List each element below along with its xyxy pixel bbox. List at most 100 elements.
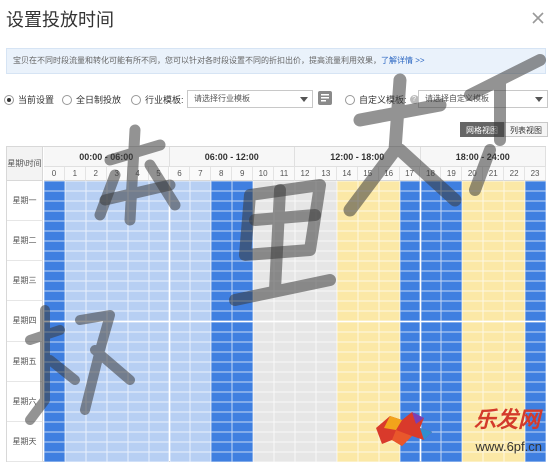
schedule-cell[interactable]	[148, 281, 170, 292]
schedule-cell[interactable]	[232, 291, 254, 302]
schedule-cell[interactable]	[504, 301, 526, 312]
schedule-cell[interactable]	[64, 351, 86, 362]
schedule-cell[interactable]	[44, 241, 65, 252]
schedule-cell[interactable]	[44, 341, 65, 352]
schedule-cell[interactable]	[420, 421, 442, 432]
schedule-cell[interactable]	[525, 451, 546, 462]
schedule-cell[interactable]	[295, 271, 316, 282]
schedule-cell[interactable]	[127, 221, 149, 232]
schedule-cell[interactable]	[127, 361, 149, 372]
schedule-cell[interactable]	[169, 451, 191, 462]
schedule-cell[interactable]	[315, 371, 337, 382]
schedule-cell[interactable]	[441, 241, 463, 252]
schedule-cell[interactable]	[462, 381, 484, 392]
schedule-cell[interactable]	[211, 321, 233, 332]
schedule-cell[interactable]	[420, 451, 442, 462]
schedule-cell[interactable]	[169, 281, 191, 292]
schedule-cell[interactable]	[169, 361, 191, 372]
schedule-cell[interactable]	[462, 401, 484, 412]
schedule-cell[interactable]	[483, 401, 505, 412]
schedule-cell[interactable]	[253, 451, 275, 462]
schedule-cell[interactable]	[274, 231, 295, 242]
hour-header[interactable]: 4	[127, 167, 149, 181]
schedule-cell[interactable]	[315, 351, 337, 362]
schedule-cell[interactable]	[232, 341, 254, 352]
schedule-cell[interactable]	[525, 241, 546, 252]
schedule-cell[interactable]	[85, 191, 107, 202]
schedule-cell[interactable]	[441, 361, 463, 372]
schedule-cell[interactable]	[64, 411, 86, 422]
schedule-cell[interactable]	[399, 311, 421, 322]
schedule-cell[interactable]	[274, 401, 295, 412]
schedule-cell[interactable]	[357, 221, 379, 232]
schedule-cell[interactable]	[44, 281, 65, 292]
schedule-cell[interactable]	[483, 391, 505, 402]
schedule-cell[interactable]	[85, 451, 107, 462]
schedule-cell[interactable]	[420, 321, 442, 332]
schedule-cell[interactable]	[399, 261, 421, 272]
schedule-cell[interactable]	[295, 231, 316, 242]
schedule-cell[interactable]	[44, 391, 65, 402]
schedule-cell[interactable]	[253, 241, 275, 252]
schedule-cell[interactable]	[44, 301, 65, 312]
schedule-cell[interactable]	[64, 321, 86, 332]
hour-header[interactable]: 3	[106, 167, 128, 181]
schedule-cell[interactable]	[211, 311, 233, 322]
hour-header[interactable]: 22	[504, 167, 526, 181]
schedule-cell[interactable]	[525, 441, 546, 452]
hour-header[interactable]: 19	[441, 167, 463, 181]
schedule-cell[interactable]	[127, 301, 149, 312]
schedule-cell[interactable]	[336, 191, 358, 202]
schedule-cell[interactable]	[441, 401, 463, 412]
hour-header[interactable]: 2	[85, 167, 107, 181]
schedule-cell[interactable]	[148, 441, 170, 452]
schedule-cell[interactable]	[483, 421, 505, 432]
schedule-cell[interactable]	[190, 401, 212, 412]
schedule-cell[interactable]	[169, 341, 191, 352]
schedule-cell[interactable]	[44, 201, 65, 212]
schedule-cell[interactable]	[274, 371, 295, 382]
schedule-cell[interactable]	[315, 231, 337, 242]
schedule-cell[interactable]	[274, 291, 295, 302]
schedule-cell[interactable]	[420, 181, 442, 192]
schedule-cell[interactable]	[462, 311, 484, 322]
schedule-cell[interactable]	[525, 431, 546, 442]
schedule-cell[interactable]	[190, 311, 212, 322]
schedule-cell[interactable]	[106, 191, 128, 202]
schedule-cell[interactable]	[462, 181, 484, 192]
schedule-cell[interactable]	[253, 321, 275, 332]
schedule-cell[interactable]	[106, 441, 128, 452]
schedule-cell[interactable]	[357, 231, 379, 242]
schedule-cell[interactable]	[64, 241, 86, 252]
schedule-cell[interactable]	[64, 391, 86, 402]
schedule-cell[interactable]	[44, 361, 65, 372]
schedule-cell[interactable]	[525, 231, 546, 242]
schedule-cell[interactable]	[64, 451, 86, 462]
schedule-cell[interactable]	[274, 441, 295, 452]
schedule-cell[interactable]	[504, 221, 526, 232]
schedule-cell[interactable]	[399, 341, 421, 352]
schedule-cell[interactable]	[441, 381, 463, 392]
radio-current-settings[interactable]: 当前设置	[4, 93, 54, 106]
hour-header[interactable]: 18	[420, 167, 442, 181]
schedule-cell[interactable]	[106, 331, 128, 342]
schedule-cell[interactable]	[106, 311, 128, 322]
schedule-cell[interactable]	[483, 201, 505, 212]
hour-header[interactable]: 21	[483, 167, 505, 181]
schedule-cell[interactable]	[211, 211, 233, 222]
schedule-cell[interactable]	[357, 271, 379, 282]
schedule-cell[interactable]	[85, 371, 107, 382]
schedule-cell[interactable]	[315, 331, 337, 342]
schedule-cell[interactable]	[399, 451, 421, 462]
schedule-cell[interactable]	[106, 361, 128, 372]
schedule-cell[interactable]	[253, 381, 275, 392]
schedule-cell[interactable]	[295, 301, 316, 312]
schedule-cell[interactable]	[211, 291, 233, 302]
schedule-cell[interactable]	[64, 311, 86, 322]
schedule-cell[interactable]	[190, 441, 212, 452]
schedule-cell[interactable]	[483, 311, 505, 322]
hour-header[interactable]: 11	[274, 167, 295, 181]
schedule-cell[interactable]	[315, 181, 337, 192]
schedule-cell[interactable]	[525, 361, 546, 372]
schedule-cell[interactable]	[504, 281, 526, 292]
